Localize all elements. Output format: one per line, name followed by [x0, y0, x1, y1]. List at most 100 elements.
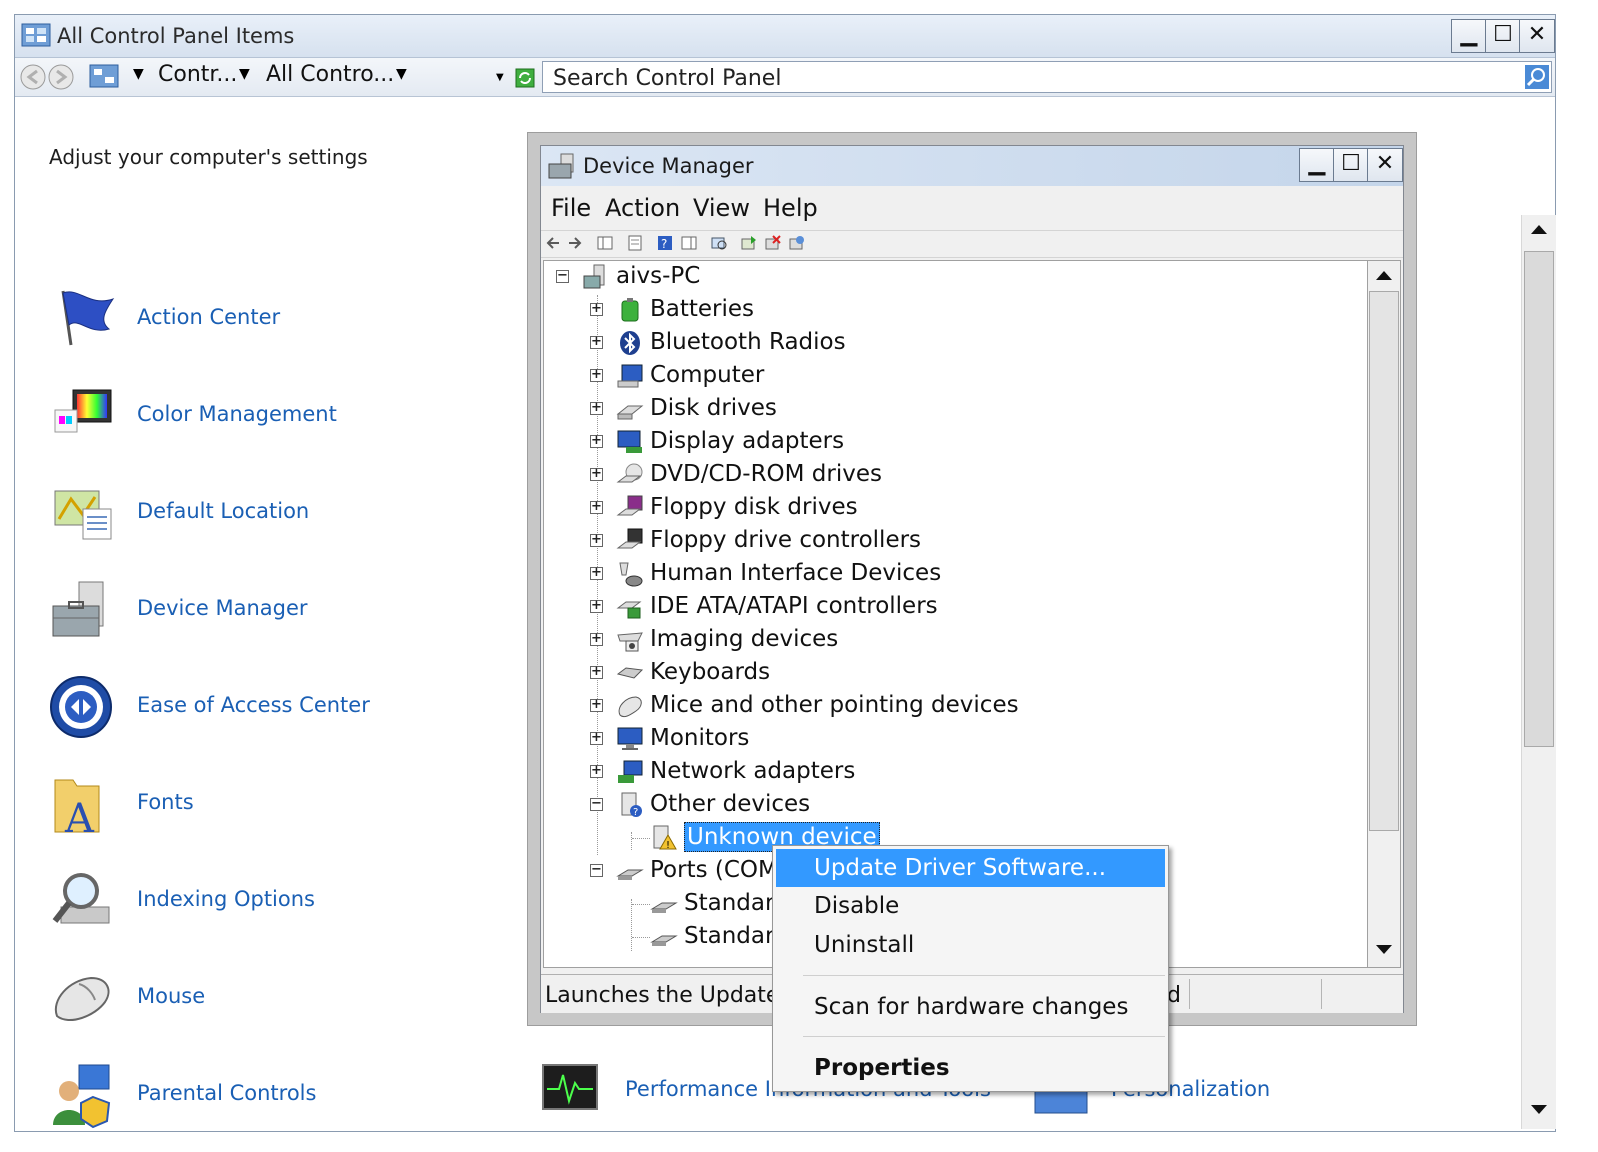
- fonts-folder-icon: A: [54, 779, 100, 838]
- cp-item-indexing-options[interactable]: Indexing Options: [49, 867, 469, 947]
- cp-item-fonts[interactable]: A Fonts: [49, 770, 469, 850]
- cp-item-mouse[interactable]: Mouse: [49, 964, 469, 1044]
- update-driver-icon[interactable]: [741, 235, 757, 251]
- tree-node-batteries[interactable]: + Batteries: [544, 294, 1364, 327]
- collapse-icon[interactable]: −: [556, 269, 569, 283]
- tree-node-keyboards[interactable]: + Keyboards: [544, 657, 1364, 690]
- refresh-icon[interactable]: [515, 68, 535, 88]
- tree-node-imaging[interactable]: + Imaging devices: [544, 624, 1364, 657]
- help-icon[interactable]: ?: [657, 235, 673, 251]
- search-input[interactable]: Search Control Panel: [542, 61, 1552, 93]
- dm-titlebar[interactable]: Device Manager ▁ ☐ ✕: [541, 146, 1403, 186]
- show-hide-tree-icon[interactable]: [597, 235, 613, 251]
- chevron-down-icon[interactable]: ▼: [239, 66, 250, 82]
- menu-item-scan-hardware[interactable]: Scan for hardware changes: [776, 988, 1165, 1026]
- maximize-button[interactable]: ☐: [1485, 19, 1521, 53]
- properties-icon[interactable]: [627, 235, 643, 251]
- tree-node-hid[interactable]: + Human Interface Devices: [544, 558, 1364, 591]
- scroll-up-icon[interactable]: [1376, 271, 1392, 280]
- scroll-down-icon[interactable]: [1531, 1105, 1547, 1114]
- expand-icon[interactable]: +: [590, 335, 603, 349]
- tree-node-mice[interactable]: + Mice and other pointing devices: [544, 690, 1364, 723]
- scrollbar-thumb[interactable]: [1524, 251, 1554, 747]
- tree-node-disk-drives[interactable]: + Disk drives: [544, 393, 1364, 426]
- vertical-scrollbar[interactable]: [1521, 215, 1556, 1129]
- menu-file[interactable]: File: [551, 194, 591, 222]
- disable-icon[interactable]: [789, 235, 805, 251]
- scroll-up-icon[interactable]: [1531, 225, 1547, 234]
- menu-item-properties[interactable]: Properties: [776, 1049, 1165, 1087]
- menu-action[interactable]: Action: [605, 194, 680, 222]
- cp-item-label[interactable]: Default Location: [137, 499, 309, 523]
- dm-maximize-button[interactable]: ☐: [1333, 148, 1369, 182]
- history-dropdown-icon[interactable]: ▼: [496, 72, 504, 83]
- dm-minimize-button[interactable]: ▁: [1299, 148, 1335, 182]
- back-forward-icon[interactable]: [19, 63, 75, 91]
- scan-hardware-icon[interactable]: [711, 235, 727, 251]
- cp-item-label[interactable]: Indexing Options: [137, 887, 315, 911]
- expand-icon[interactable]: +: [590, 368, 603, 382]
- expand-icon[interactable]: +: [590, 302, 603, 316]
- tree-node-other-devices[interactable]: − ? Other devices: [544, 789, 1364, 822]
- tree-node-display-adapters[interactable]: + Display adapters: [544, 426, 1364, 459]
- menu-item-uninstall[interactable]: Uninstall: [776, 926, 1165, 964]
- cp-item-default-location[interactable]: Default Location: [49, 479, 469, 559]
- cp-item-label[interactable]: Parental Controls: [137, 1081, 316, 1105]
- menu-item-disable[interactable]: Disable: [776, 887, 1165, 925]
- tree-node-bluetooth[interactable]: + Bluetooth Radios: [544, 327, 1364, 360]
- expand-icon[interactable]: +: [590, 533, 603, 547]
- cp-item-label[interactable]: Fonts: [137, 790, 194, 814]
- expand-icon[interactable]: +: [590, 731, 603, 745]
- breadcrumb-item[interactable]: All Contro...: [266, 62, 394, 87]
- expand-icon[interactable]: +: [590, 599, 603, 613]
- tree-node-monitors[interactable]: + Monitors: [544, 723, 1364, 756]
- expand-icon[interactable]: +: [590, 401, 603, 415]
- menu-view[interactable]: View: [693, 194, 750, 222]
- tree-node-ide[interactable]: + IDE ATA/ATAPI controllers: [544, 591, 1364, 624]
- expand-icon[interactable]: +: [590, 764, 603, 778]
- expand-icon[interactable]: +: [590, 434, 603, 448]
- uninstall-icon[interactable]: [765, 235, 781, 251]
- cp-item-action-center[interactable]: Action Center: [49, 285, 469, 365]
- menu-help[interactable]: Help: [763, 194, 818, 222]
- expand-icon[interactable]: +: [590, 566, 603, 580]
- menu-item-label: Uninstall: [814, 932, 915, 958]
- cp-item-label[interactable]: Device Manager: [137, 596, 308, 620]
- chevron-down-icon[interactable]: ▼: [133, 66, 144, 82]
- menu-item-update-driver[interactable]: Update Driver Software...: [776, 849, 1165, 887]
- action-pane-icon[interactable]: [681, 235, 697, 251]
- search-icon[interactable]: [1525, 65, 1549, 89]
- tree-scrollbar[interactable]: [1367, 260, 1401, 968]
- cp-item-parental-controls[interactable]: Parental Controls: [49, 1061, 469, 1141]
- breadcrumb-item[interactable]: Contr...: [158, 62, 237, 87]
- expand-icon[interactable]: +: [590, 665, 603, 679]
- minimize-button[interactable]: ▁: [1451, 19, 1487, 53]
- chevron-down-icon[interactable]: ▼: [396, 66, 407, 82]
- tree-node-network[interactable]: + Network adapters: [544, 756, 1364, 789]
- expand-icon[interactable]: +: [590, 632, 603, 646]
- forward-arrow-icon[interactable]: [567, 235, 583, 251]
- tree-node-floppy-drives[interactable]: + Floppy disk drives: [544, 492, 1364, 525]
- close-button[interactable]: ✕: [1519, 19, 1555, 53]
- collapse-icon[interactable]: −: [590, 863, 603, 877]
- back-arrow-icon[interactable]: [545, 235, 561, 251]
- cp-item-label[interactable]: Color Management: [137, 402, 337, 426]
- scroll-down-icon[interactable]: [1376, 945, 1392, 954]
- expand-icon[interactable]: +: [590, 467, 603, 481]
- cp-item-ease-of-access[interactable]: Ease of Access Center: [49, 673, 469, 753]
- expand-icon[interactable]: +: [590, 500, 603, 514]
- cp-item-label[interactable]: Mouse: [137, 984, 205, 1008]
- tree-root[interactable]: − aivs-PC: [544, 261, 1364, 294]
- tree-node-computer[interactable]: + Computer: [544, 360, 1364, 393]
- collapse-icon[interactable]: −: [590, 797, 603, 811]
- dm-close-button[interactable]: ✕: [1367, 148, 1403, 182]
- cp-item-label[interactable]: Ease of Access Center: [137, 693, 370, 717]
- cp-item-device-manager[interactable]: Device Manager: [49, 576, 469, 656]
- tree-node-dvd-drives[interactable]: + DVD/CD-ROM drives: [544, 459, 1364, 492]
- cp-item-color-management[interactable]: Color Management: [49, 382, 469, 462]
- expand-icon[interactable]: +: [590, 698, 603, 712]
- tree-node-floppy-controllers[interactable]: + Floppy drive controllers: [544, 525, 1364, 558]
- window-titlebar[interactable]: All Control Panel Items ▁ ☐ ✕: [15, 15, 1555, 58]
- scrollbar-thumb[interactable]: [1369, 291, 1399, 831]
- cp-item-label[interactable]: Action Center: [137, 305, 280, 329]
